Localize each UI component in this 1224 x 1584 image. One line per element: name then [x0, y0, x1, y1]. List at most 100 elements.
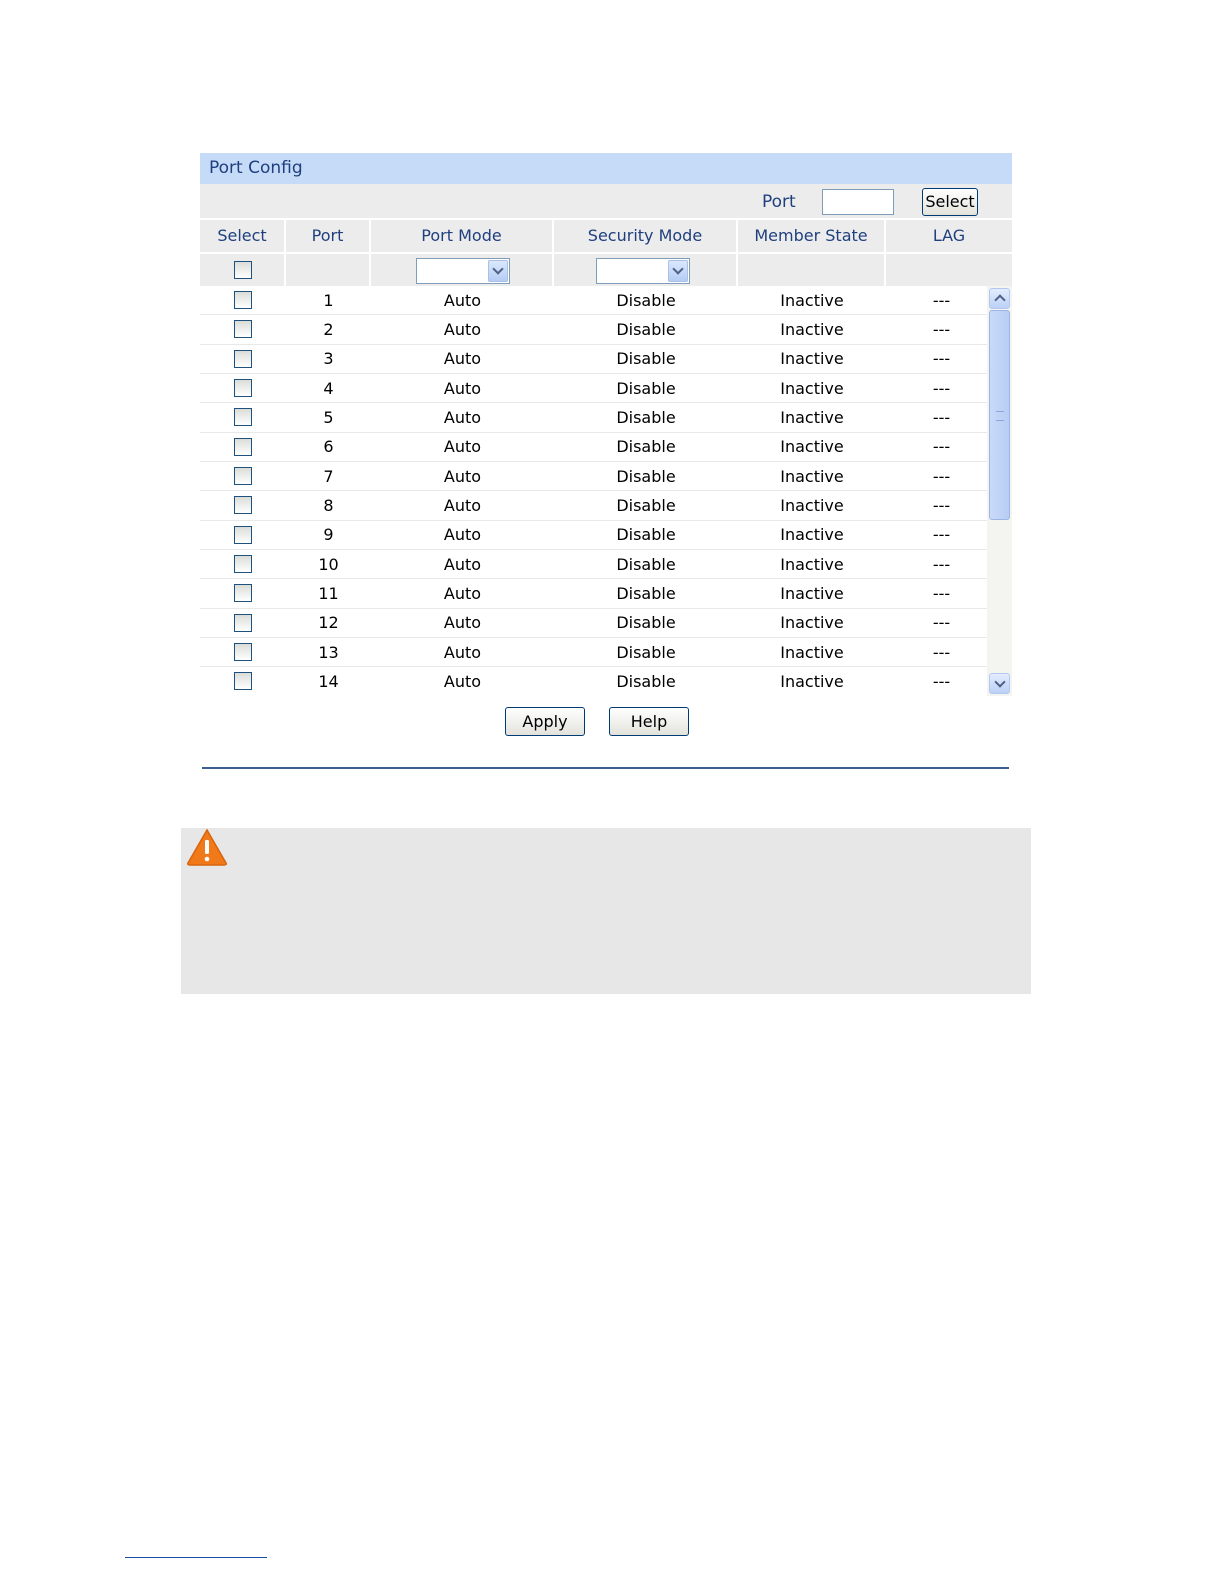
cell-port-mode: Auto	[443, 466, 482, 486]
cell-lag: ---	[932, 583, 951, 603]
cell-port-mode: Auto	[443, 583, 482, 603]
warning-note	[181, 828, 1031, 994]
col-header-port: Port	[286, 220, 371, 252]
row-checkbox[interactable]	[234, 320, 252, 339]
table-header: Select Port Port Mode Security Mode Memb…	[200, 220, 1012, 252]
cell-security-mode: Disable	[616, 525, 676, 545]
cell-port: 14	[318, 671, 339, 691]
cell-port: 13	[318, 642, 339, 662]
table-row[interactable]: 11 Auto Disable Inactive ---	[200, 579, 1012, 609]
table-row[interactable]: 9 Auto Disable Inactive ---	[200, 521, 1012, 550]
table-row[interactable]: 7 Auto Disable Inactive ---	[200, 462, 1012, 492]
cell-port-mode: Auto	[443, 495, 482, 515]
row-checkbox[interactable]	[234, 672, 252, 691]
cell-member-state: Inactive	[780, 554, 844, 574]
scroll-down-icon[interactable]	[989, 673, 1010, 694]
cell-security-mode: Disable	[616, 290, 676, 310]
scroll-thumb[interactable]	[989, 310, 1010, 520]
cell-port: 3	[323, 349, 334, 369]
port-select-bar: Port Select	[200, 184, 1012, 220]
port-select-input[interactable]	[822, 189, 894, 215]
row-checkbox[interactable]	[234, 584, 252, 603]
col-header-member-state: Member State	[738, 220, 886, 252]
cell-lag: ---	[932, 613, 951, 633]
row-checkbox[interactable]	[234, 554, 252, 573]
cell-security-mode: Disable	[616, 671, 676, 691]
table-row[interactable]: 10 Auto Disable Inactive ---	[200, 550, 1012, 580]
cell-member-state: Inactive	[780, 378, 844, 398]
cell-port: 10	[318, 554, 339, 574]
select-button[interactable]: Select	[922, 188, 978, 216]
table-row[interactable]: 12 Auto Disable Inactive ---	[200, 609, 1012, 638]
table-row[interactable]: 3 Auto Disable Inactive ---	[200, 345, 1012, 374]
cell-member-state: Inactive	[780, 407, 844, 427]
security-mode-dropdown[interactable]	[596, 258, 690, 284]
cell-port-mode: Auto	[443, 554, 482, 574]
cell-port-mode: Auto	[443, 378, 482, 398]
cell-security-mode: Disable	[616, 407, 676, 427]
cell-port: 2	[323, 319, 334, 339]
cell-security-mode: Disable	[616, 319, 676, 339]
row-checkbox[interactable]	[234, 466, 252, 485]
row-checkbox[interactable]	[234, 437, 252, 456]
cell-lag: ---	[932, 671, 951, 691]
vertical-scrollbar[interactable]	[987, 286, 1012, 696]
cell-member-state: Inactive	[780, 495, 844, 515]
cell-member-state: Inactive	[780, 525, 844, 545]
row-checkbox[interactable]	[234, 378, 252, 397]
cell-member-state: Inactive	[780, 642, 844, 662]
cell-security-mode: Disable	[616, 349, 676, 369]
chevron-down-icon[interactable]	[668, 260, 688, 282]
footnote-rule	[125, 1557, 267, 1558]
scroll-up-icon[interactable]	[989, 288, 1010, 309]
table-row[interactable]: 6 Auto Disable Inactive ---	[200, 433, 1012, 462]
cell-lag: ---	[932, 525, 951, 545]
col-header-lag: LAG	[932, 226, 966, 245]
cell-security-mode: Disable	[616, 613, 676, 633]
apply-button[interactable]: Apply	[505, 707, 585, 736]
row-checkbox[interactable]	[234, 349, 252, 368]
port-list[interactable]: 1 Auto Disable Inactive --- 2 Auto Disable Inact…	[200, 286, 1012, 696]
cell-lag: ---	[932, 495, 951, 515]
help-button[interactable]: Help	[609, 707, 689, 736]
cell-security-mode: Disable	[616, 583, 676, 603]
cell-security-mode: Disable	[616, 495, 676, 515]
cell-port-mode: Auto	[443, 642, 482, 662]
cell-lag: ---	[932, 378, 951, 398]
cell-security-mode: Disable	[616, 437, 676, 457]
row-checkbox[interactable]	[234, 613, 252, 632]
table-row[interactable]: 2 Auto Disable Inactive ---	[200, 315, 1012, 345]
cell-security-mode: Disable	[616, 378, 676, 398]
cell-lag: ---	[932, 290, 951, 310]
row-checkbox[interactable]	[234, 496, 252, 515]
chevron-down-icon[interactable]	[488, 260, 508, 282]
table-row[interactable]: 8 Auto Disable Inactive ---	[200, 491, 1012, 521]
col-header-security-mode: Security Mode	[554, 220, 738, 252]
table-row[interactable]: 4 Auto Disable Inactive ---	[200, 374, 1012, 404]
cell-port: 11	[318, 583, 339, 603]
col-header-select: Select	[200, 220, 286, 252]
cell-port: 5	[323, 407, 334, 427]
cell-lag: ---	[932, 407, 951, 427]
select-all-checkbox[interactable]	[234, 261, 252, 279]
cell-lag: ---	[932, 466, 951, 486]
cell-member-state: Inactive	[780, 349, 844, 369]
cell-lag: ---	[932, 554, 951, 574]
table-row[interactable]: 13 Auto Disable Inactive ---	[200, 638, 1012, 668]
table-row[interactable]: 14 Auto Disable Inactive ---	[200, 667, 1012, 696]
table-row[interactable]: 5 Auto Disable Inactive ---	[200, 403, 1012, 433]
panel-title: Port Config	[200, 153, 1012, 184]
cell-port-mode: Auto	[443, 671, 482, 691]
table-row[interactable]: 1 Auto Disable Inactive ---	[200, 286, 1012, 316]
cell-security-mode: Disable	[616, 554, 676, 574]
row-checkbox[interactable]	[234, 642, 252, 661]
row-checkbox[interactable]	[234, 291, 252, 309]
cell-port-mode: Auto	[443, 290, 482, 310]
cell-port-mode: Auto	[443, 319, 482, 339]
port-config-panel: Port Config Port Select Select Port Port…	[200, 153, 1012, 696]
row-checkbox[interactable]	[234, 408, 252, 427]
port-mode-dropdown[interactable]	[416, 258, 510, 284]
row-checkbox[interactable]	[234, 525, 252, 544]
cell-port: 8	[323, 495, 334, 515]
warning-icon	[187, 828, 227, 866]
